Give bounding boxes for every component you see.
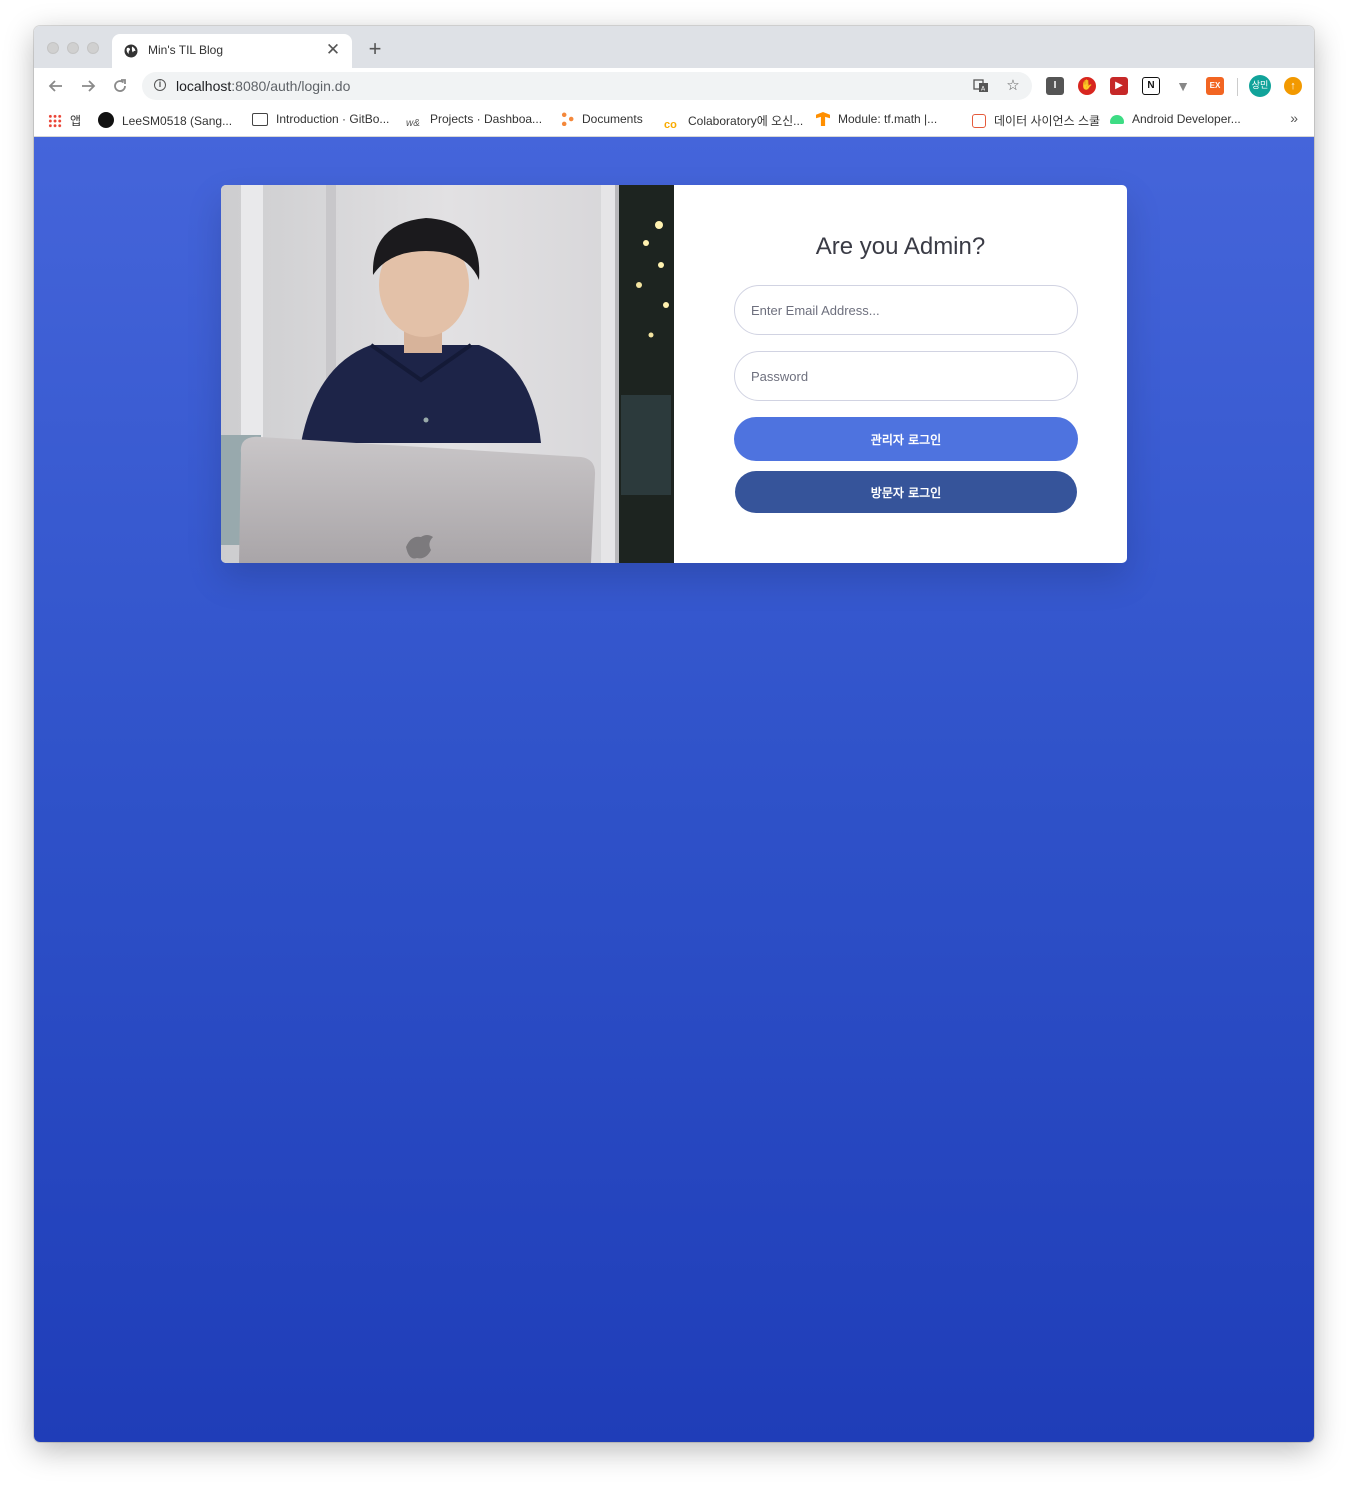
reload-button[interactable] [110, 76, 130, 96]
back-button[interactable] [46, 76, 66, 96]
bookmark-star-icon[interactable]: ☆ [1004, 78, 1022, 94]
tab-active[interactable]: Min's TIL Blog ✕ [112, 34, 352, 68]
tensorflow-icon [816, 112, 830, 126]
bookmark-documents[interactable]: Documents [560, 112, 643, 126]
browser-toolbar: i localhost:8080/auth/login.do A ☆ I ✋ ▶… [34, 68, 1314, 104]
page-title: Are you Admin? [815, 233, 986, 260]
extension-ex-icon[interactable]: EX [1206, 77, 1224, 95]
extension-vue-icon[interactable]: ▼ [1174, 77, 1192, 95]
bookmark-tensorflow[interactable]: Module: tf.math |... [816, 112, 937, 126]
page-background: Are you Admin? 관리자 로그인 방문자 로그인 [34, 137, 1314, 1442]
translate-icon[interactable]: A [972, 78, 990, 98]
documents-icon [560, 112, 574, 126]
url-text: localhost:8080/auth/login.do [176, 78, 351, 94]
admin-login-button[interactable]: 관리자 로그인 [734, 417, 1078, 461]
login-form: Are you Admin? 관리자 로그인 방문자 로그인 [674, 185, 1127, 563]
new-tab-button[interactable]: + [364, 38, 386, 60]
bookmark-apps[interactable]: 앱 [48, 112, 81, 129]
maximize-window-button[interactable] [87, 42, 99, 54]
extension-adblock-icon[interactable]: ✋ [1078, 77, 1096, 95]
globe-icon [124, 44, 138, 58]
reload-icon [114, 79, 126, 92]
github-icon [98, 112, 114, 128]
bookmark-gitbook[interactable]: Introduction · GitBo... [252, 112, 389, 126]
arrow-left-icon [48, 80, 62, 92]
extension-video-speed-icon[interactable]: ▶ [1110, 77, 1128, 95]
bookmarks-bar: 앱 LeeSM0518 (Sang... Introduction · GitB… [34, 104, 1314, 137]
close-window-button[interactable] [47, 42, 59, 54]
browser-window: Min's TIL Blog ✕ + i localhost:8080/auth… [34, 26, 1314, 1442]
profile-photo [221, 185, 674, 563]
forward-button[interactable] [78, 76, 98, 96]
email-field[interactable] [734, 285, 1078, 335]
profile-avatar[interactable]: 상민 [1249, 75, 1271, 97]
tab-strip: Min's TIL Blog ✕ + [34, 26, 1314, 68]
update-icon[interactable]: ↑ [1284, 77, 1302, 95]
bookmark-datascience-school[interactable]: 데이터 사이언스 스쿨 [972, 112, 1100, 129]
minimize-window-button[interactable] [67, 42, 79, 54]
login-card: Are you Admin? 관리자 로그인 방문자 로그인 [221, 185, 1127, 563]
bookmark-github[interactable]: LeeSM0518 (Sang... [98, 112, 232, 128]
site-info-icon[interactable]: i [154, 79, 166, 91]
wandb-icon: w& [406, 118, 420, 129]
android-icon [1110, 115, 1124, 124]
extension-notion-icon[interactable]: N [1142, 77, 1160, 95]
datascience-school-icon [972, 114, 986, 128]
tab-title: Min's TIL Blog [148, 43, 223, 57]
password-field[interactable] [734, 351, 1078, 401]
address-bar[interactable]: i localhost:8080/auth/login.do A ☆ [142, 72, 1032, 100]
tab-close-icon[interactable]: ✕ [324, 40, 342, 60]
gitbook-icon [252, 113, 268, 126]
apps-grid-icon [48, 114, 62, 128]
colab-icon: co [664, 119, 677, 131]
arrow-right-icon [82, 80, 96, 92]
extension-instapaper-icon[interactable]: I [1046, 77, 1064, 95]
toolbar-separator [1237, 78, 1238, 96]
visitor-login-button[interactable]: 방문자 로그인 [735, 471, 1077, 513]
bookmark-colab[interactable]: co Colaboratory에 오신... [664, 112, 803, 133]
bookmarks-overflow-icon[interactable]: » [1290, 110, 1298, 126]
bookmark-wandb[interactable]: w& Projects · Dashboa... [406, 112, 542, 132]
bookmark-android-developers[interactable]: Android Developer... [1110, 112, 1241, 126]
